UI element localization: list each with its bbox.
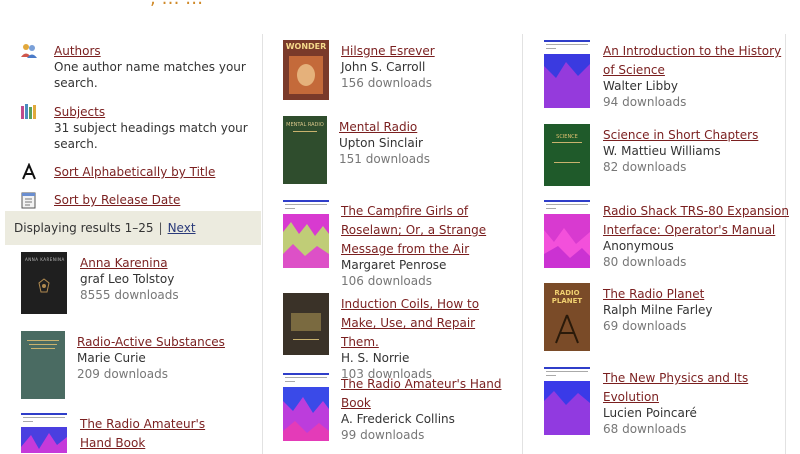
- cover-title-text: ANNA KARENINA: [25, 257, 65, 262]
- book-cover[interactable]: WONDER: [283, 40, 329, 100]
- sort-date-link[interactable]: Sort by Release Date: [54, 193, 180, 207]
- book-author: graf Leo Tolstoy: [80, 272, 175, 286]
- column-divider: [262, 34, 263, 454]
- cover-title-text: WONDER: [285, 42, 327, 51]
- book-author: Marie Curie: [77, 351, 146, 365]
- book-downloads: 94 downloads: [603, 95, 687, 109]
- book-cover[interactable]: [21, 331, 65, 399]
- book-title-link[interactable]: Anna Karenina: [80, 256, 168, 270]
- book-downloads: 68 downloads: [603, 422, 687, 436]
- book-title-link[interactable]: Radio Shack TRS-80 Expansion Interface: …: [603, 204, 789, 237]
- book-author: Upton Sinclair: [339, 136, 423, 150]
- book-author: H. S. Norrie: [341, 351, 410, 365]
- book-downloads: 80 downloads: [603, 255, 687, 269]
- book-title-link[interactable]: Mental Radio: [339, 120, 417, 134]
- book-cover[interactable]: [544, 200, 590, 268]
- book-cover[interactable]: ANNA KARENINA: [21, 252, 67, 314]
- cover-art: [283, 214, 329, 268]
- book-cover[interactable]: RADIO PLANET: [544, 283, 590, 351]
- book-downloads: 8555 downloads: [80, 288, 179, 302]
- subjects-icon: [21, 104, 36, 119]
- book-cover[interactable]: [283, 293, 329, 355]
- book-title-link[interactable]: Radio-Active Substances: [77, 335, 225, 349]
- cover-art: [555, 314, 579, 344]
- column-divider: [522, 34, 523, 454]
- book-title-link[interactable]: The Radio Amateur's Hand Book: [341, 377, 502, 410]
- book-author: Margaret Penrose: [341, 258, 447, 272]
- cover-art: [544, 54, 590, 108]
- cover-art: [21, 427, 67, 453]
- book-title-link[interactable]: The Radio Planet: [603, 287, 704, 301]
- book-title-link[interactable]: An Introduction to the History of Scienc…: [603, 44, 781, 77]
- book-title-link[interactable]: Science in Short Chapters: [603, 128, 758, 142]
- book-author: John S. Carroll: [341, 60, 426, 74]
- subjects-link[interactable]: Subjects: [54, 105, 105, 119]
- results-count: Displaying results 1–25: [14, 221, 154, 235]
- book-cover[interactable]: MENTAL RADIO: [283, 116, 327, 184]
- book-downloads: 82 downloads: [603, 160, 687, 174]
- separator: |: [158, 221, 163, 235]
- book-cover[interactable]: [283, 373, 329, 441]
- book-author: Lucien Poincaré: [603, 406, 697, 420]
- book-author: Walter Libby: [603, 79, 678, 93]
- book-downloads: 99 downloads: [341, 428, 425, 442]
- book-downloads: 156 downloads: [341, 76, 432, 90]
- authors-icon: [21, 44, 37, 58]
- book-downloads: 209 downloads: [77, 367, 168, 381]
- crest-icon: [38, 278, 50, 293]
- book-downloads: 69 downloads: [603, 319, 687, 333]
- book-title-link[interactable]: The New Physics and Its Evolution: [603, 371, 748, 404]
- book-author: A. Frederick Collins: [341, 412, 455, 426]
- book-cover[interactable]: SCIENCE: [544, 124, 590, 186]
- cover-art: [283, 387, 329, 441]
- book-cover[interactable]: [544, 367, 590, 435]
- book-title-link[interactable]: The Campfire Girls of Roselawn; Or, a St…: [341, 204, 486, 256]
- authors-link[interactable]: Authors: [54, 44, 101, 58]
- book-downloads: 106 downloads: [341, 274, 432, 288]
- book-title-link[interactable]: The Radio Amateur's Hand Book: [80, 417, 205, 450]
- book-title-link[interactable]: Hilsgne Esrever: [341, 44, 435, 58]
- subjects-description: 31 subject headings match your search.: [54, 121, 248, 151]
- book-author: W. Mattieu Williams: [603, 144, 721, 158]
- authors-description: One author name matches your search.: [54, 60, 246, 90]
- book-title-link[interactable]: Induction Coils, How to Make, Use, and R…: [341, 297, 479, 349]
- cover-title-text: SCIENCE: [556, 134, 578, 140]
- cover-title-text: MENTAL RADIO: [286, 122, 324, 128]
- book-author: Anonymous: [603, 239, 674, 253]
- cover-title-text: RADIO PLANET: [551, 289, 583, 305]
- page-heading-partial: , … …: [150, 0, 203, 9]
- cover-art: [544, 214, 590, 268]
- sort-alpha-icon: [22, 163, 36, 180]
- cover-art: [544, 381, 590, 435]
- book-cover[interactable]: [21, 413, 67, 453]
- next-page-link[interactable]: Next: [168, 221, 196, 235]
- sort-alpha-link[interactable]: Sort Alphabetically by Title: [54, 165, 215, 179]
- book-cover[interactable]: [283, 200, 329, 268]
- book-author: Ralph Milne Farley: [603, 303, 713, 317]
- book-cover[interactable]: [544, 40, 590, 108]
- sort-date-icon: [21, 192, 36, 209]
- results-pagination-bar: Displaying results 1–25 | Next: [5, 211, 261, 245]
- book-downloads: 151 downloads: [339, 152, 430, 166]
